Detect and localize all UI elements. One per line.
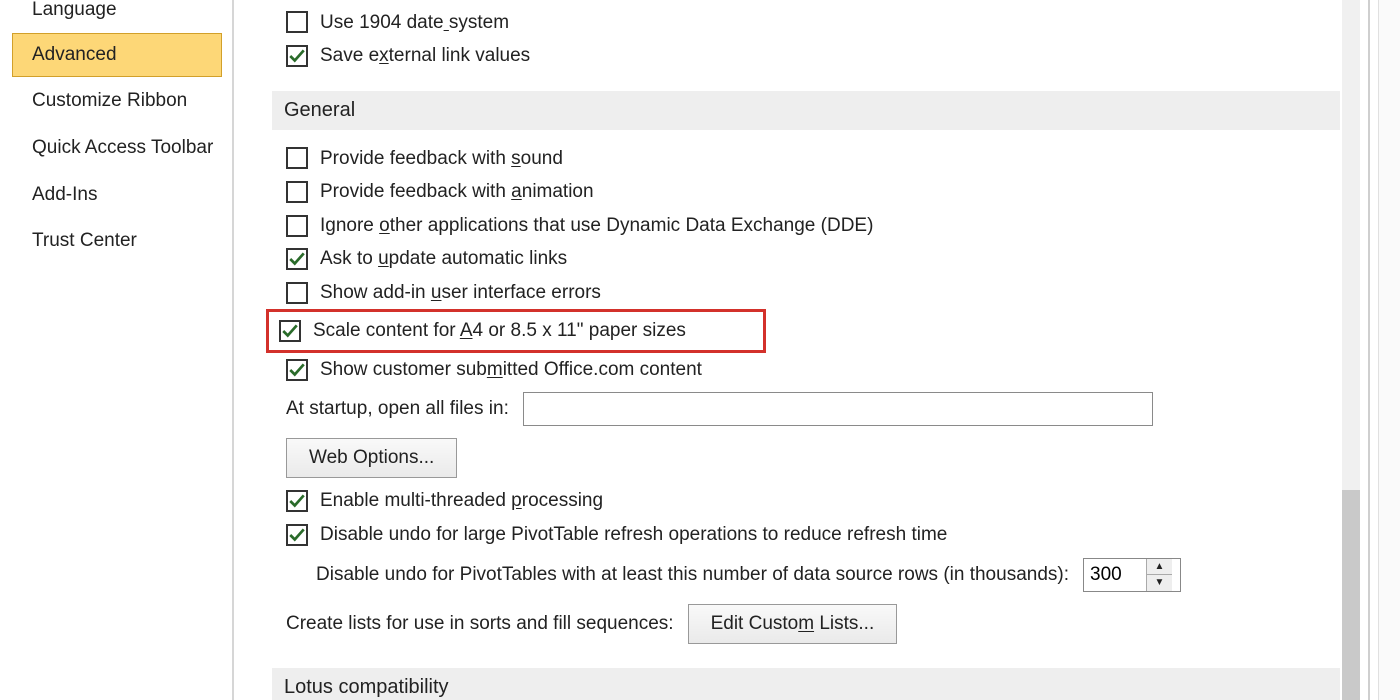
option-label: Show customer submitted Office.com conte…	[320, 356, 702, 384]
checkbox-icon[interactable]	[286, 490, 308, 512]
checkbox-icon[interactable]	[286, 45, 308, 67]
section-header-general: General	[272, 91, 1340, 130]
checkbox-icon[interactable]	[286, 359, 308, 381]
undo-rows-input[interactable]	[1084, 559, 1146, 591]
options-dialog: LanguageAdvancedCustomize RibbonQuick Ac…	[0, 0, 1400, 700]
undo-rows-spinner[interactable]: ▲ ▼	[1083, 558, 1181, 592]
sidebar-item-language[interactable]: Language	[12, 0, 222, 33]
startup-folder-row: At startup, open all files in:	[272, 386, 1340, 432]
panel-scrollbar-thumb[interactable]	[1342, 490, 1360, 700]
checkbox-icon[interactable]	[279, 320, 301, 342]
startup-folder-label: At startup, open all files in:	[286, 398, 509, 420]
option-label: Provide feedback with animation	[320, 178, 594, 206]
option-label: Use 1904 date system	[320, 9, 509, 37]
checkbox-icon[interactable]	[286, 147, 308, 169]
category-sidebar: LanguageAdvancedCustomize RibbonQuick Ac…	[0, 0, 230, 700]
undo-rows-row: Disable undo for PivotTables with at lea…	[272, 552, 1340, 598]
option-show-customer-content[interactable]: Show customer submitted Office.com conte…	[272, 353, 1340, 387]
sidebar-item-advanced[interactable]: Advanced	[12, 33, 222, 78]
option-label: Ask to update automatic links	[320, 245, 567, 273]
sidebar-item-customize-ribbon[interactable]: Customize Ribbon	[12, 79, 222, 124]
spinner-up-icon[interactable]: ▲	[1147, 559, 1172, 576]
option-show-addin-errors[interactable]: Show add-in user interface errors	[272, 276, 1340, 310]
option-label: Disable undo for large PivotTable refres…	[320, 521, 947, 549]
checkbox-icon[interactable]	[286, 181, 308, 203]
window-scrollbar-track[interactable]	[1378, 0, 1400, 700]
vertical-divider	[232, 0, 234, 700]
checkbox-icon[interactable]	[286, 215, 308, 237]
startup-folder-input[interactable]	[523, 392, 1153, 426]
checkbox-icon[interactable]	[286, 524, 308, 546]
option-multi-threaded[interactable]: Enable multi-threaded processing	[272, 484, 1340, 518]
checkbox-icon[interactable]	[286, 282, 308, 304]
edit-custom-lists-button[interactable]: Edit Custom Lists...	[688, 604, 898, 644]
sidebar-item-quick-access-toolbar[interactable]: Quick Access Toolbar	[12, 126, 222, 171]
highlighted-scale-a4: Scale content for A4 or 8.5 x 11" paper …	[266, 309, 766, 353]
option-disable-undo-pivot[interactable]: Disable undo for large PivotTable refres…	[272, 518, 1340, 552]
option-ignore-dde[interactable]: Ignore other applications that use Dynam…	[272, 209, 1340, 243]
custom-lists-label: Create lists for use in sorts and fill s…	[286, 613, 674, 635]
dialog-right-border	[1368, 0, 1370, 700]
option-feedback-animation[interactable]: Provide feedback with animation	[272, 175, 1340, 209]
undo-rows-label: Disable undo for PivotTables with at lea…	[316, 564, 1069, 586]
option-label: Provide feedback with sound	[320, 145, 563, 173]
checkbox-icon[interactable]	[286, 248, 308, 270]
custom-lists-row: Create lists for use in sorts and fill s…	[272, 598, 1340, 650]
option-label: Enable multi-threaded processing	[320, 487, 603, 515]
option-label: Save external link values	[320, 42, 530, 70]
option-use-1904-date[interactable]: Use 1904 date system	[272, 6, 1340, 40]
option-save-external-link[interactable]: Save external link values	[272, 39, 1340, 73]
option-ask-update-links[interactable]: Ask to update automatic links	[272, 242, 1340, 276]
checkbox-icon[interactable]	[286, 11, 308, 33]
option-feedback-sound[interactable]: Provide feedback with sound	[272, 142, 1340, 176]
spinner-down-icon[interactable]: ▼	[1147, 575, 1172, 591]
option-label: Show add-in user interface errors	[320, 279, 601, 307]
web-options-row: Web Options...	[272, 432, 1340, 484]
option-label: Set precision as displayed	[320, 0, 541, 3]
sidebar-item-add-ins[interactable]: Add-Ins	[12, 173, 222, 218]
option-label: Ignore other applications that use Dynam…	[320, 212, 873, 240]
option-label: Scale content for A4 or 8.5 x 11" paper …	[313, 317, 686, 345]
sidebar-item-trust-center[interactable]: Trust Center	[12, 219, 222, 264]
web-options-button[interactable]: Web Options...	[286, 438, 457, 478]
option-scale-a4[interactable]: Scale content for A4 or 8.5 x 11" paper …	[279, 314, 686, 348]
section-header-lotus: Lotus compatibility	[272, 668, 1340, 700]
options-panel: Set precision as displayed Use 1904 date…	[236, 0, 1400, 700]
